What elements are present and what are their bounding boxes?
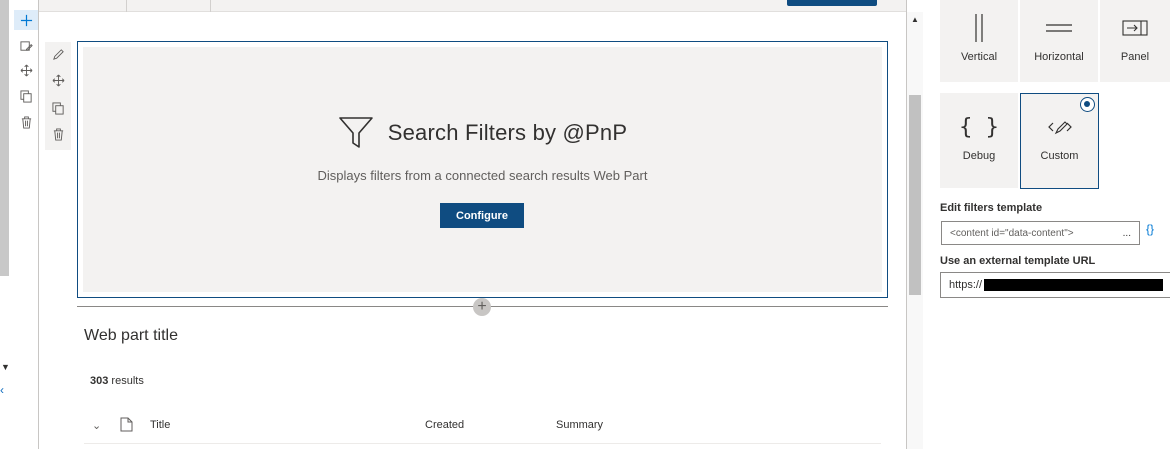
template-field-value: <content id="data-content"> xyxy=(950,227,1074,239)
results-count-suffix: results xyxy=(111,375,144,387)
panel-icon xyxy=(1122,13,1148,43)
configure-button[interactable]: Configure xyxy=(440,203,524,228)
layout-tile-horizontal[interactable]: Horizontal xyxy=(1020,0,1098,82)
sharepoint-page-editor: ▼ ‹ Search Filters by @PnP Displays filt… xyxy=(0,0,1170,449)
column-header-title[interactable]: Title xyxy=(150,419,170,431)
column-header-created[interactable]: Created xyxy=(425,419,464,431)
more-options-icon[interactable]: ... xyxy=(1123,228,1131,239)
edit-pencil-icon[interactable] xyxy=(46,44,70,64)
webpart-title[interactable]: Web part title xyxy=(84,327,178,345)
column-header-summary[interactable]: Summary xyxy=(556,419,603,431)
duplicate-icon[interactable] xyxy=(46,98,70,118)
placeholder-description: Displays filters from a connected search… xyxy=(317,168,648,183)
scroll-up-arrow-icon[interactable]: ▲ xyxy=(911,16,919,24)
redacted-url xyxy=(984,279,1163,291)
move-icon[interactable] xyxy=(46,70,70,90)
file-type-icon xyxy=(120,417,133,432)
scroll-down-arrow-icon[interactable]: ▼ xyxy=(1,362,10,372)
layout-tile-label: Horizontal xyxy=(1034,51,1084,63)
braces-icon: { } xyxy=(959,114,999,140)
section-toolbar xyxy=(14,10,38,132)
top-strip xyxy=(39,0,906,12)
collapse-chevron-icon[interactable]: ‹ xyxy=(0,384,4,396)
selected-radio-icon xyxy=(1080,97,1095,112)
layout-tile-label: Custom xyxy=(1040,150,1079,162)
results-count-number: 303 xyxy=(90,375,109,387)
url-field-label: Use an external template URL xyxy=(940,255,1096,267)
placeholder-header: Search Filters by @PnP xyxy=(83,113,882,153)
layout-tile-label: Vertical xyxy=(960,51,998,63)
placeholder-title: Search Filters by @PnP xyxy=(387,120,628,145)
results-count: 303 results xyxy=(90,375,144,387)
template-field[interactable]: <content id="data-content"> ... xyxy=(941,221,1140,245)
expand-chevron-icon[interactable]: ⌄ xyxy=(92,419,101,432)
webpart-placeholder: Search Filters by @PnP Displays filters … xyxy=(83,47,882,292)
webpart-toolbar xyxy=(45,42,71,150)
layout-tile-panel[interactable]: Panel xyxy=(1100,0,1170,82)
outer-scrollbar[interactable]: ▼ ‹ xyxy=(0,0,11,449)
move-icon[interactable] xyxy=(14,60,38,80)
canvas-scrollbar[interactable]: ▲ xyxy=(907,12,923,449)
layout-tile-label: Panel xyxy=(1120,51,1150,63)
template-field-label: Edit filters template xyxy=(940,202,1043,214)
outer-scrollbar-thumb[interactable] xyxy=(0,0,9,276)
layout-tile-vertical[interactable]: Vertical xyxy=(940,0,1018,82)
duplicate-icon[interactable] xyxy=(14,86,38,106)
layout-tile-debug[interactable]: { } Debug xyxy=(940,93,1018,188)
template-url-prefix: https:// xyxy=(949,279,983,291)
filter-icon xyxy=(338,116,374,150)
code-edit-icon xyxy=(1047,112,1073,142)
search-filters-webpart[interactable]: Search Filters by @PnP Displays filters … xyxy=(77,41,888,298)
template-url-input[interactable]: https:// xyxy=(940,272,1170,298)
layout-tile-label: Debug xyxy=(962,150,996,162)
add-icon[interactable] xyxy=(14,10,38,30)
top-primary-button[interactable] xyxy=(787,0,877,6)
property-pane: Vertical Horizontal Panel { } Debug Cust… xyxy=(924,0,1170,449)
edit-template-braces-icon[interactable]: {} xyxy=(1146,222,1154,236)
top-strip-segment xyxy=(127,0,211,12)
delete-icon[interactable] xyxy=(14,112,38,132)
delete-icon[interactable] xyxy=(46,124,70,144)
results-list-header: ⌄ Title Created Summary xyxy=(84,412,881,444)
canvas-scrollbar-thumb[interactable] xyxy=(909,95,921,295)
edit-section-icon[interactable] xyxy=(14,36,38,56)
top-strip-segment xyxy=(39,0,127,12)
vertical-lines-icon xyxy=(972,13,986,43)
horizontal-lines-icon xyxy=(1045,13,1073,43)
layout-tile-custom[interactable]: Custom xyxy=(1020,93,1099,189)
add-webpart-icon[interactable]: + xyxy=(473,298,491,316)
